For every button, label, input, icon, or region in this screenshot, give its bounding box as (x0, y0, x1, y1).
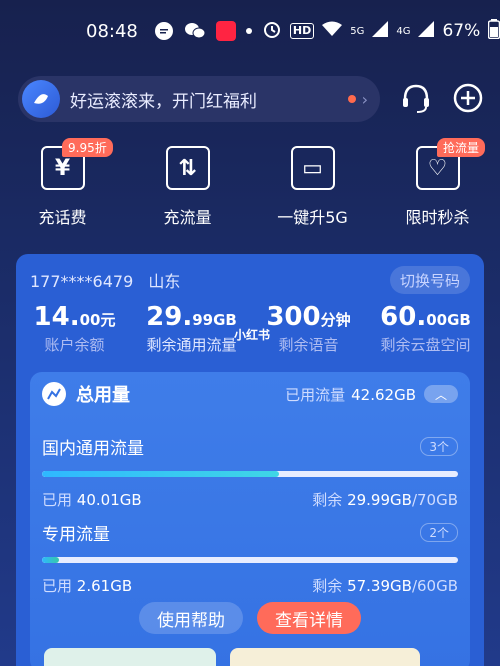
battery-icon (488, 18, 500, 44)
used-value: 2.61GB (76, 577, 133, 595)
total-value: /60GB (411, 577, 458, 595)
stat-data[interactable]: 29.99GB 剩余通用流量 (133, 302, 250, 355)
stat-unit: 分钟 (320, 311, 351, 329)
stat-unit: 00GB (426, 311, 471, 329)
stat-value: 29. (146, 302, 193, 332)
flow-general[interactable]: 国内通用流量 3个 已用 40.01GB 剩余 29.99GB/70GB (42, 434, 458, 510)
progress-fill (42, 557, 59, 563)
flow-remain: 剩余 57.39GB/60GB (312, 575, 458, 596)
used-value: 42.62GB (351, 385, 416, 404)
flow-count: 2个 (420, 523, 458, 542)
account-card: 177****6479 山东 切换号码 14.00元 账户余额 29.99GB … (16, 254, 484, 666)
details-button[interactable]: 查看详情 (257, 602, 361, 634)
add-icon[interactable] (448, 78, 488, 118)
progress-bar (42, 471, 458, 477)
switch-number-button[interactable]: 切换号码 (390, 266, 470, 294)
quick-action-label: 充话费 (38, 208, 87, 227)
quick-action-label: 限时秒杀 (405, 208, 470, 227)
wifi-icon (322, 21, 343, 42)
quick-action-label: 一键升5G (277, 208, 348, 227)
data-arrows-icon: ⇅ (165, 146, 210, 190)
stat-value: 300 (266, 302, 321, 332)
status-bar: 08:48 HD 5G 4G 67% (0, 0, 500, 62)
battery-percent: 67% (442, 21, 481, 41)
stat-cloud[interactable]: 60.00GB 剩余云盘空间 (367, 302, 484, 355)
banner-text: 好运滚滚来，开门红福利 (70, 91, 257, 112)
stat-label: 账户余额 (44, 336, 105, 354)
flow-used: 已用 40.01GB (42, 489, 142, 510)
help-button[interactable]: 使用帮助 (139, 602, 243, 634)
flow-remain: 剩余 29.99GB/70GB (312, 489, 458, 510)
stat-value: 14. (33, 302, 80, 332)
notification-dot (347, 95, 356, 103)
promo-card-peek[interactable] (44, 648, 216, 666)
chevron-right-icon: › (361, 89, 368, 109)
customer-service-icon[interactable] (396, 78, 436, 118)
progress-fill (42, 471, 280, 477)
used-label: 已用 (42, 491, 73, 509)
flow-dedicated[interactable]: 专用流量 2个 已用 2.61GB 剩余 57.39GB/60GB (42, 520, 458, 596)
total-value: /70GB (411, 491, 458, 509)
remain-label: 剩余 (312, 577, 343, 595)
used-label: 已用 (42, 577, 73, 595)
unicom-logo-icon (22, 80, 60, 118)
watermark: 小红书 (234, 328, 271, 342)
hd-badge: HD (289, 23, 315, 39)
flow-name: 专用流量 (42, 525, 110, 545)
quick-action-label: 充流量 (163, 208, 212, 227)
stat-label: 剩余通用流量 (146, 336, 237, 354)
province: 山东 (148, 272, 181, 291)
stat-label: 剩余云盘空间 (380, 336, 471, 354)
action-buttons: 使用帮助 查看详情 (30, 602, 470, 634)
used-label: 已用流量 (285, 385, 346, 404)
usage-title: 总用量 (76, 385, 130, 406)
signal-4g-label: 4G (396, 25, 411, 37)
promo-badge: 抢流量 (437, 138, 486, 157)
flow-count: 3个 (420, 437, 458, 456)
collapse-button[interactable]: ︿ (424, 385, 458, 403)
quick-action-recharge[interactable]: 9.95折 ¥ 充话费 (0, 138, 125, 230)
remain-value: 57.39GB (347, 577, 412, 595)
progress-bar (42, 557, 458, 563)
signal-icon (372, 20, 389, 42)
used-value: 40.01GB (76, 491, 142, 509)
quick-actions: 9.95折 ¥ 充话费 ⇅ 充流量 ▭ 一键升5G 抢流量 ♡ 限时秒杀 (0, 138, 500, 230)
usage-header: 总用量 已用流量 42.62GB ︿ (30, 372, 470, 416)
usage-panel: 总用量 已用流量 42.62GB ︿ 国内通用流量 3个 已用 40.01GB 剩… (30, 372, 470, 666)
account-info: 177****6479 山东 (30, 268, 180, 292)
wechat-icon (184, 21, 206, 41)
remain-value: 29.99GB (347, 491, 412, 509)
router-icon: ▭ (290, 146, 335, 190)
alarm-icon (262, 19, 282, 44)
flow-used: 已用 2.61GB (42, 575, 132, 596)
message-icon (154, 21, 174, 41)
promo-banner[interactable]: 好运滚滚来，开门红福利 › (18, 76, 380, 122)
used-summary: 已用流量 42.62GB (285, 384, 416, 405)
phone-number: 177****6479 (30, 272, 134, 291)
quick-action-5g[interactable]: ▭ 一键升5G (250, 140, 375, 230)
usage-icon (42, 382, 66, 406)
stat-value: 60. (380, 302, 427, 332)
signal-icon-2 (418, 20, 435, 42)
flow-name: 国内通用流量 (42, 439, 144, 459)
discount-badge: 9.95折 (62, 138, 113, 157)
stat-unit: 99GB (192, 311, 237, 329)
quick-action-flash-sale[interactable]: 抢流量 ♡ 限时秒杀 (375, 138, 500, 230)
status-time: 08:48 (86, 20, 138, 42)
signal-5g-label: 5G (350, 25, 365, 37)
xiaohongshu-app-icon (215, 21, 236, 41)
stat-balance[interactable]: 14.00元 账户余额 (16, 302, 133, 355)
remain-label: 剩余 (312, 491, 343, 509)
stat-unit: 00元 (79, 311, 116, 329)
dot-icon (245, 28, 252, 34)
promo-card-peek-2[interactable] (230, 648, 420, 666)
quick-action-data[interactable]: ⇅ 充流量 (125, 140, 250, 230)
